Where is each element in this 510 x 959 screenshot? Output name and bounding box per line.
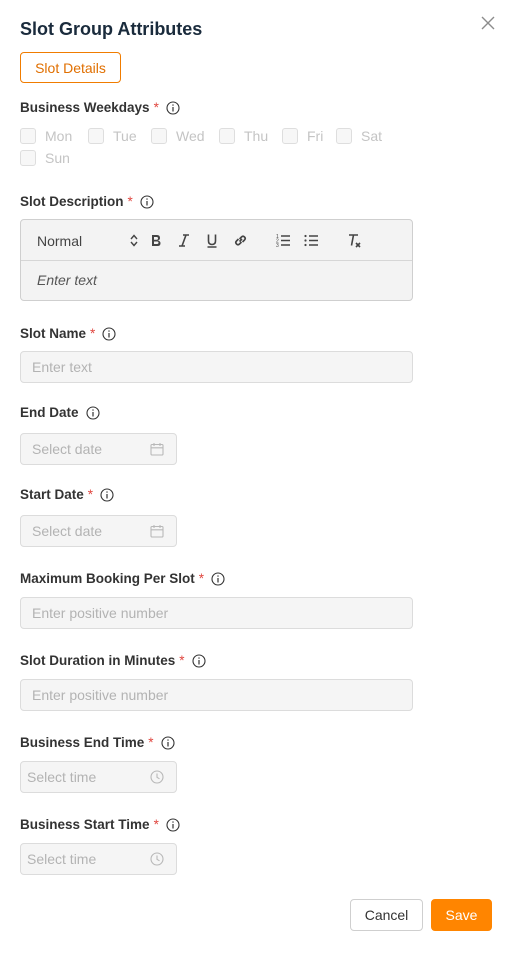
max-booking-input[interactable]: Enter positive number xyxy=(20,597,413,629)
info-icon[interactable] xyxy=(191,653,206,668)
slot-name-input[interactable]: Enter text xyxy=(20,351,413,383)
weekday-label: Thu xyxy=(244,128,269,144)
weekday-fri[interactable]: Fri xyxy=(282,128,323,144)
duration-placeholder: Enter positive number xyxy=(32,687,169,703)
rich-text-editor[interactable]: Normal 123 Enter text xyxy=(20,219,413,301)
end-time-placeholder: Select time xyxy=(27,769,97,785)
checkbox[interactable] xyxy=(151,128,167,144)
close-icon[interactable] xyxy=(480,15,496,31)
weekdays-label-text: Business Weekdays xyxy=(20,100,150,115)
weekday-mon[interactable]: Mon xyxy=(20,128,72,144)
info-icon[interactable] xyxy=(161,735,175,750)
italic-icon[interactable] xyxy=(178,232,190,249)
start-date-picker[interactable]: Select date xyxy=(20,515,177,547)
select-arrows-icon[interactable] xyxy=(129,232,139,249)
info-icon[interactable] xyxy=(100,487,114,502)
start-date-placeholder: Select date xyxy=(32,523,103,539)
checkbox[interactable] xyxy=(88,128,104,144)
max-booking-placeholder: Enter positive number xyxy=(32,605,169,621)
end-time-label-text: Business End Time xyxy=(20,735,145,750)
info-icon[interactable] xyxy=(102,326,116,341)
editor-placeholder: Enter text xyxy=(37,272,97,288)
duration-label-text: Slot Duration in Minutes xyxy=(20,653,176,668)
svg-text:3: 3 xyxy=(276,243,279,249)
start-date-label-text: Start Date xyxy=(20,487,84,502)
required-mark: * xyxy=(90,326,96,341)
end-date-placeholder: Select date xyxy=(32,441,103,457)
weekday-label: Fri xyxy=(307,128,324,144)
end-time-picker[interactable]: Select time xyxy=(20,761,177,793)
slot-name-placeholder: Enter text xyxy=(32,359,92,375)
start-date-label: Start Date * xyxy=(20,487,114,502)
weekday-label: Wed xyxy=(176,128,205,144)
max-booking-label: Maximum Booking Per Slot * xyxy=(20,571,225,586)
required-mark: * xyxy=(179,653,185,668)
calendar-icon xyxy=(150,443,164,456)
weekdays-label: Business Weekdays * xyxy=(20,100,180,115)
info-icon[interactable] xyxy=(166,817,180,832)
cancel-button[interactable]: Cancel xyxy=(350,899,423,931)
weekday-label: Tue xyxy=(113,128,137,144)
start-time-placeholder: Select time xyxy=(27,851,97,867)
weekday-label: Mon xyxy=(45,128,73,144)
clock-icon xyxy=(150,770,164,784)
weekday-thu[interactable]: Thu xyxy=(219,128,268,144)
required-mark: * xyxy=(127,194,133,209)
link-icon[interactable] xyxy=(233,232,248,249)
calendar-icon xyxy=(150,525,164,538)
slot-details-button[interactable]: Slot Details xyxy=(20,52,121,83)
required-mark: * xyxy=(148,735,154,750)
required-mark: * xyxy=(198,571,205,586)
format-select[interactable]: Normal xyxy=(37,232,82,249)
checkbox[interactable] xyxy=(219,128,235,144)
bullet-list-icon[interactable] xyxy=(304,232,319,249)
weekday-wed[interactable]: Wed xyxy=(151,128,205,144)
start-time-label-text: Business Start Time xyxy=(20,817,150,832)
weekday-sun[interactable]: Sun xyxy=(20,150,70,166)
weekday-label: Sun xyxy=(45,150,70,166)
slot-name-label: Slot Name * xyxy=(20,326,116,341)
duration-input[interactable]: Enter positive number xyxy=(20,679,413,711)
clock-icon xyxy=(150,852,164,866)
weekday-tue[interactable]: Tue xyxy=(88,128,137,144)
underline-icon[interactable] xyxy=(206,232,218,249)
dialog-title: Slot Group Attributes xyxy=(20,19,203,39)
end-date-picker[interactable]: Select date xyxy=(20,433,177,465)
end-date-label-text: End Date xyxy=(20,405,79,420)
start-time-picker[interactable]: Select time xyxy=(20,843,177,875)
duration-label: Slot Duration in Minutes * xyxy=(20,653,206,668)
checkbox[interactable] xyxy=(20,128,36,144)
bold-icon[interactable] xyxy=(150,232,162,249)
required-mark: * xyxy=(153,817,159,832)
max-booking-label-text: Maximum Booking Per Slot xyxy=(20,571,195,586)
checkbox[interactable] xyxy=(282,128,298,144)
end-date-label: End Date xyxy=(20,405,100,420)
weekday-sat[interactable]: Sat xyxy=(336,128,382,144)
ordered-list-icon[interactable]: 123 xyxy=(276,232,291,249)
slot-name-label-text: Slot Name xyxy=(20,326,87,341)
weekday-label: Sat xyxy=(361,128,383,144)
description-label-text: Slot Description xyxy=(20,194,124,209)
start-time-label: Business Start Time * xyxy=(20,817,180,832)
info-icon[interactable] xyxy=(166,100,180,115)
save-button[interactable]: Save xyxy=(431,899,492,931)
info-icon[interactable] xyxy=(211,571,225,586)
format-select-value: Normal xyxy=(37,232,83,249)
required-mark: * xyxy=(153,100,159,115)
info-icon[interactable] xyxy=(85,405,100,420)
checkbox[interactable] xyxy=(336,128,352,144)
info-icon[interactable] xyxy=(140,194,154,209)
description-label: Slot Description * xyxy=(20,194,154,209)
checkbox[interactable] xyxy=(20,150,36,166)
editor-toolbar: Normal 123 xyxy=(21,220,412,261)
clear-format-icon[interactable] xyxy=(347,232,362,249)
end-time-label: Business End Time * xyxy=(20,735,175,750)
required-mark: * xyxy=(87,487,94,502)
